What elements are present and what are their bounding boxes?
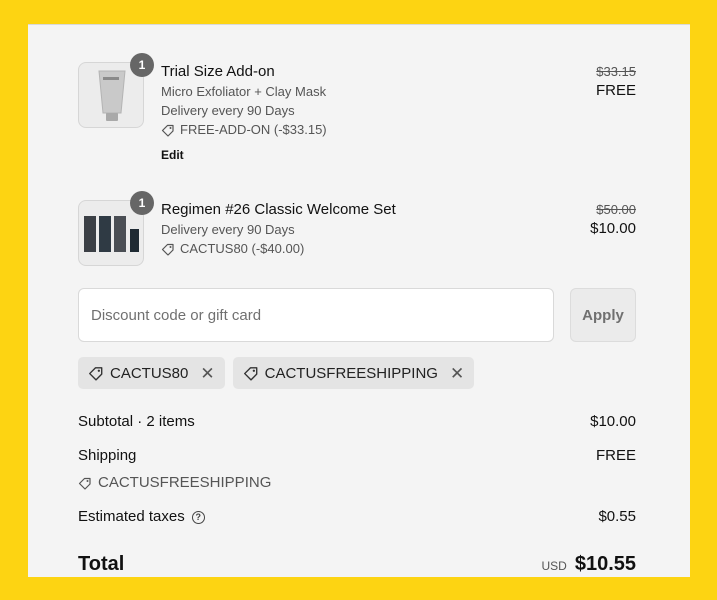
- shipping-row: Shipping FREE: [78, 447, 636, 464]
- discount-chip: CACTUS80 ✕: [78, 357, 225, 389]
- item-discount-text: CACTUS80 (-$40.00): [180, 241, 305, 256]
- applied-codes: CACTUS80 ✕ CACTUSFREESHIPPING ✕: [78, 357, 475, 389]
- item-delivery: Delivery every 90 Days: [161, 103, 295, 118]
- original-price: $50.00: [596, 202, 636, 217]
- shipping-value: FREE: [595, 447, 636, 464]
- subtotal-row: Subtotal · 2 items $10.00: [78, 413, 636, 430]
- subtotal-value: $10.00: [590, 413, 636, 430]
- final-price: $10.00: [590, 220, 636, 237]
- close-icon[interactable]: ✕: [450, 365, 464, 382]
- discount-form: Apply: [78, 288, 636, 342]
- item-delivery: Delivery every 90 Days: [161, 222, 295, 237]
- taxes-row: Estimated taxes? $0.55: [78, 508, 636, 525]
- total-label: Total: [78, 553, 125, 575]
- currency-code: USD: [541, 559, 567, 573]
- tag-icon: [78, 476, 92, 490]
- shipping-discount-code: CACTUSFREESHIPPING: [98, 474, 272, 491]
- taxes-label: Estimated taxes: [78, 508, 185, 525]
- final-price: FREE: [595, 82, 636, 99]
- total-value: $10.55: [574, 553, 636, 575]
- item-discount: FREE-ADD-ON (-$33.15): [161, 120, 327, 139]
- quantity-badge: 1: [130, 53, 154, 77]
- discount-chip: CACTUSFREESHIPPING ✕: [232, 357, 475, 389]
- line-item: 1 Regimen #26 Classic Welcome Set Delive…: [78, 191, 636, 270]
- line-item: 1 Trial Size Add-on Micro Exfoliator + C…: [78, 53, 636, 172]
- item-variant: Micro Exfoliator + Clay Mask: [161, 84, 327, 99]
- tag-icon: [243, 365, 259, 381]
- original-price: $33.15: [596, 64, 636, 79]
- item-prices: $50.00 $10.00: [590, 200, 636, 239]
- item-discount: CACTUS80 (-$40.00): [161, 239, 396, 258]
- item-title: Trial Size Add-on: [161, 63, 275, 80]
- discount-chip-label: CACTUSFREESHIPPING: [264, 364, 438, 382]
- taxes-value: $0.55: [598, 508, 636, 525]
- taxes-label-group: Estimated taxes?: [78, 508, 205, 525]
- edit-link[interactable]: Edit: [161, 148, 327, 162]
- discount-chip-label: CACTUS80: [110, 364, 189, 382]
- close-icon[interactable]: ✕: [200, 365, 214, 382]
- item-discount-text: FREE-ADD-ON (-$33.15): [180, 122, 327, 137]
- tag-icon: [161, 242, 175, 256]
- help-icon[interactable]: ?: [191, 510, 205, 524]
- total-row: Total USD $10.55: [78, 553, 636, 576]
- item-details: Regimen #26 Classic Welcome Set Delivery…: [161, 200, 396, 258]
- item-details: Trial Size Add-on Micro Exfoliator + Cla…: [161, 62, 327, 162]
- total-amount: USD $10.55: [541, 553, 636, 576]
- tag-icon: [88, 365, 104, 381]
- discount-code-input[interactable]: [78, 288, 554, 342]
- shipping-label: Shipping: [78, 447, 137, 464]
- quantity-badge: 1: [130, 191, 154, 215]
- tag-icon: [161, 123, 175, 137]
- item-title: Regimen #26 Classic Welcome Set: [161, 201, 396, 218]
- item-prices: $33.15 FREE: [596, 62, 636, 101]
- shipping-discount: CACTUSFREESHIPPING: [78, 474, 271, 491]
- order-summary-panel: 1 Trial Size Add-on Micro Exfoliator + C…: [28, 24, 690, 577]
- subtotal-label: Subtotal · 2 items: [78, 413, 195, 430]
- apply-button[interactable]: Apply: [570, 288, 636, 342]
